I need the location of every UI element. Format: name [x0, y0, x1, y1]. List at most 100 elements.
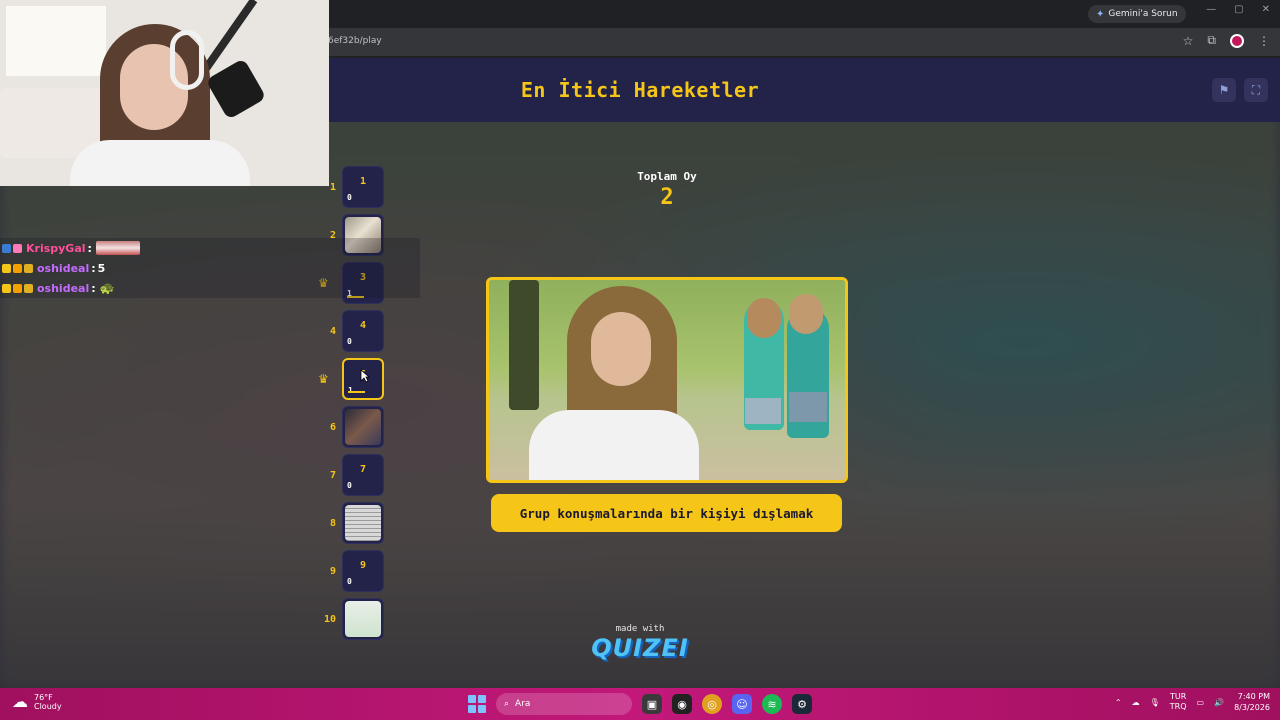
rank-vote-bar: [348, 391, 365, 393]
current-item-image[interactable]: [486, 277, 848, 483]
rank-index-label: 7: [329, 470, 336, 481]
rank-slot-8[interactable]: [342, 502, 384, 544]
bookmark-star-icon[interactable]: ☆: [1183, 34, 1194, 48]
task-view-icon[interactable]: ▣: [642, 694, 662, 714]
chat-badge-icon: [2, 243, 11, 253]
rank-slot-6[interactable]: [342, 406, 384, 448]
made-with-badge[interactable]: made with QUIZEI: [590, 624, 690, 662]
discord-icon[interactable]: ☺: [732, 694, 752, 714]
rank-slot-number: 9: [359, 560, 367, 571]
search-placeholder: Ara: [515, 699, 531, 709]
rank-index-label: 10: [323, 614, 336, 625]
chat-emote-icon: [95, 241, 140, 255]
chat-badge-icon: [13, 243, 22, 253]
taskbar-apps: ⌕ Ara ▣ ◉ ◎ ☺ ≋ ⚙: [468, 693, 812, 715]
rank-slot-1[interactable]: 10: [342, 166, 384, 208]
chevron-up-icon[interactable]: ⌃: [1115, 698, 1122, 707]
rank-vote-count: 0: [347, 481, 352, 490]
rank-slot-number: 4: [359, 320, 367, 331]
total-votes-label: Toplam Oy: [637, 170, 697, 183]
window-controls: — ▢ ✕: [1206, 4, 1270, 15]
spotify-icon[interactable]: ≋: [762, 694, 782, 714]
maximize-icon[interactable]: ▢: [1234, 4, 1243, 15]
steam-icon[interactable]: ⚙: [792, 694, 812, 714]
rank-slot-number: 7: [359, 464, 367, 475]
close-icon[interactable]: ✕: [1262, 4, 1270, 15]
rank-vote-count: 0: [347, 193, 352, 202]
current-item-caption[interactable]: Grup konuşmalarında bir kişiyi dışlamak: [491, 494, 842, 532]
rank-slot-9[interactable]: 90: [342, 550, 384, 592]
rank-index-label: 4: [329, 326, 336, 337]
headphones: [170, 30, 204, 90]
volume-icon[interactable]: 🔊: [1214, 698, 1224, 707]
stream-chat: KrispyGal: oshideal:5 oshideal: 🐢: [0, 238, 420, 298]
microphone: [205, 58, 267, 120]
menu-dots-icon[interactable]: ⋮: [1258, 34, 1270, 48]
cloud-icon: ☁: [12, 692, 28, 711]
rank-slot-10[interactable]: [342, 598, 384, 640]
rank-slot-number: 1: [359, 176, 367, 187]
crown-icon: ♛: [318, 372, 329, 386]
extensions-icon[interactable]: ⧉: [1207, 33, 1216, 48]
total-votes: Toplam Oy 2: [608, 170, 726, 210]
display-icon[interactable]: ▭: [1197, 698, 1205, 707]
chat-badge-icon: [13, 263, 22, 273]
rank-vote-count: 0: [347, 337, 352, 346]
gemini-label: Gemini'a Sorun: [1108, 9, 1178, 19]
windows-taskbar: ☁ 76°F Cloudy ⌕ Ara ▣ ◉ ◎ ☺ ≋ ⚙ ⌃ ☁ 🎙 TU…: [0, 688, 1280, 720]
chat-username[interactable]: oshideal: [37, 282, 89, 295]
language-indicator[interactable]: TUR TRQ: [1170, 692, 1187, 712]
chat-text: 5: [97, 261, 106, 275]
chat-emote-icon: 🐢: [99, 281, 115, 295]
weather-condition: Cloudy: [34, 701, 62, 711]
chat-badge-icon: [24, 263, 33, 273]
taskbar-search[interactable]: ⌕ Ara: [496, 693, 632, 715]
windows-start-icon[interactable]: [468, 695, 486, 713]
rank-thumbnail: [345, 601, 381, 637]
profile-avatar[interactable]: [1230, 33, 1244, 48]
chat-badge-icon: [2, 263, 11, 273]
made-with-text: made with: [615, 624, 665, 634]
rank-thumbnail: [345, 409, 381, 445]
chat-badge-icon: [2, 283, 11, 293]
browser-actions: ☆ ⧉ ⋮: [1183, 33, 1270, 48]
fullscreen-icon: ⛶: [1251, 82, 1261, 97]
fullscreen-button[interactable]: ⛶: [1244, 78, 1268, 102]
clock-time: 7:40 PM: [1237, 692, 1270, 701]
flag-icon: ⚑: [1218, 83, 1230, 97]
rank-index-label: 6: [329, 422, 336, 433]
search-icon: ⌕: [504, 699, 510, 709]
rank-slot-4[interactable]: 40: [342, 310, 384, 352]
flag-button[interactable]: ⚑: [1212, 78, 1236, 102]
rank-vote-count: 0: [347, 577, 352, 586]
weather-widget[interactable]: ☁ 76°F Cloudy: [12, 692, 62, 711]
chat-badge-icon: [13, 283, 22, 293]
chat-separator: :: [87, 241, 92, 255]
gemini-button[interactable]: ✦ Gemini'a Sorun: [1088, 5, 1186, 23]
chrome-icon[interactable]: ◎: [702, 694, 722, 714]
rank-index-label: 9: [329, 566, 336, 577]
chat-badge-icon: [24, 283, 33, 293]
chat-username[interactable]: KrispyGal: [26, 242, 86, 255]
rank-index-label: 8: [329, 518, 336, 529]
total-votes-count: 2: [660, 185, 674, 210]
chat-username[interactable]: oshideal: [37, 262, 89, 275]
chat-separator: :: [91, 281, 96, 295]
mouse-cursor-icon: [360, 369, 370, 383]
webcam-overlay: [0, 0, 329, 186]
url-text[interactable]: 6ef32b/play: [328, 36, 382, 46]
sparkle-icon: ✦: [1096, 8, 1105, 20]
network-icon[interactable]: ☁: [1132, 698, 1140, 707]
clock-date: 8/3/2026: [1234, 703, 1270, 712]
mic-icon[interactable]: 🎙: [1150, 698, 1160, 707]
chat-message: KrispyGal:: [0, 238, 420, 258]
rank-thumbnail: [345, 505, 381, 541]
temperature: 76°F: [34, 692, 53, 702]
rank-slot-7[interactable]: 70: [342, 454, 384, 496]
minimize-icon[interactable]: —: [1206, 4, 1216, 15]
brand-logo: QUIZEI: [591, 634, 689, 662]
chat-separator: :: [91, 261, 96, 275]
clock[interactable]: 7:40 PM 8/3/2026: [1234, 691, 1270, 713]
obs-icon[interactable]: ◉: [672, 694, 692, 714]
chat-message: oshideal: 🐢: [0, 278, 420, 298]
